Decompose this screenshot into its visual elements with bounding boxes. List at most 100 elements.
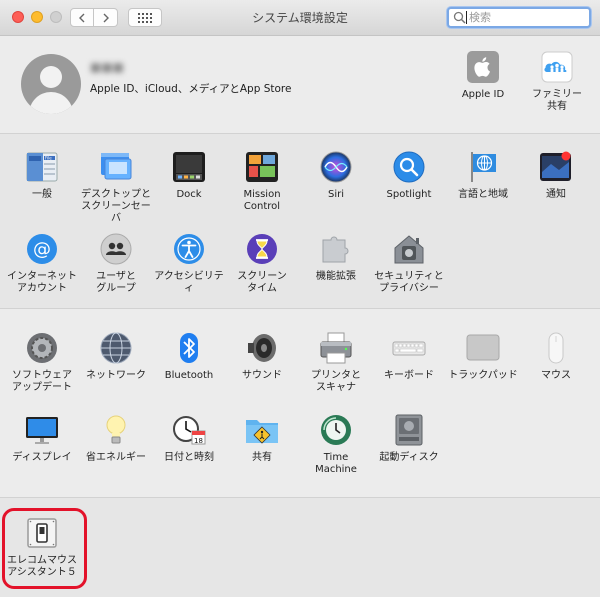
pane-displays[interactable]: ディスプレイ [5, 413, 79, 464]
pane-label: サウンド [242, 370, 282, 381]
gear-icon [25, 331, 59, 365]
pane-spotlight[interactable]: Spotlight [372, 150, 446, 201]
search-field[interactable]: 検索 [447, 7, 591, 28]
spotlight-icon [392, 150, 426, 184]
pane-language-region[interactable]: 言語と地域 [446, 150, 520, 201]
security-house-icon [392, 232, 426, 266]
pane-security-privacy[interactable]: セキュリティと プライバシー [372, 232, 446, 295]
avatar[interactable] [21, 54, 81, 114]
puzzle-icon [319, 232, 353, 266]
pane-label: Spotlight [386, 189, 432, 200]
trackpad-icon [466, 331, 500, 365]
pane-mission-control[interactable]: Mission Control [225, 150, 299, 213]
pane-sound[interactable]: サウンド [225, 331, 299, 382]
pane-family-sharing[interactable]: ファミリー 共有 [520, 50, 594, 113]
pane-label: ネットワーク [86, 370, 146, 381]
lightbulb-icon [99, 413, 133, 447]
pane-label: Bluetooth [164, 370, 214, 381]
disk-icon [392, 413, 426, 447]
minimize-button[interactable] [31, 11, 43, 23]
pane-label: Dock [176, 189, 202, 200]
pane-general[interactable]: File 一般 [5, 150, 79, 201]
pane-label: デスクトップと スクリーンセーバ [81, 189, 151, 224]
display-icon [25, 413, 59, 447]
show-all-button[interactable] [128, 8, 162, 27]
pane-label: 一般 [32, 189, 52, 200]
zoom-button[interactable] [50, 11, 62, 23]
printer-icon [319, 331, 353, 365]
notifications-icon [539, 150, 573, 184]
account-section: ■■■ Apple ID、iCloud、メディアとApp Store Apple… [0, 36, 600, 134]
pane-label: Time Machine [315, 452, 357, 475]
pane-label: Mission Control [243, 189, 281, 212]
pane-desktop-screensaver[interactable]: デスクトップと スクリーンセーバ [79, 150, 153, 225]
pane-sharing[interactable]: 共有 [225, 413, 299, 464]
pane-label: キーボード [384, 370, 434, 381]
at-sign-icon: @ [25, 232, 59, 266]
back-button[interactable] [70, 8, 94, 27]
pane-label: スクリーン タイム [237, 271, 287, 294]
pane-extensions[interactable]: 機能拡張 [299, 232, 373, 283]
pane-label: Apple ID [461, 89, 505, 100]
pane-users-groups[interactable]: ユーザと グループ [79, 232, 153, 295]
speaker-icon [245, 331, 279, 365]
pane-label: プリンタと スキャナ [311, 370, 361, 393]
pane-screen-time[interactable]: スクリーン タイム [225, 232, 299, 295]
search-icon [453, 11, 466, 24]
calendar-day: 18 [194, 437, 203, 445]
keyboard-icon [392, 331, 426, 365]
grid-icon [138, 12, 152, 23]
pane-label: ソフトウェア アップデート [12, 370, 72, 393]
pane-keyboard[interactable]: キーボード [372, 331, 446, 382]
pane-time-machine[interactable]: Time Machine [299, 413, 373, 476]
pane-software-update[interactable]: ソフトウェア アップデート [5, 331, 79, 394]
pane-label: インターネット アカウント [7, 271, 77, 294]
network-globe-icon [99, 331, 133, 365]
pane-apple-id[interactable]: Apple ID [446, 50, 520, 101]
pane-trackpad[interactable]: トラックパッド [446, 331, 520, 382]
user-name: ■■■ [90, 60, 125, 74]
pane-label: Siri [327, 189, 344, 200]
pane-date-time[interactable]: 18 日付と時刻 [152, 413, 226, 464]
pane-label: 機能拡張 [316, 271, 356, 282]
pane-network[interactable]: ネットワーク [79, 331, 153, 382]
pane-label: アクセシビリティ [154, 271, 224, 294]
pane-label: 日付と時刻 [164, 452, 214, 463]
apple-icon [466, 50, 500, 84]
chevron-right-icon [103, 13, 109, 22]
pane-siri[interactable]: Siri [299, 150, 373, 201]
accessibility-icon [172, 232, 206, 266]
account-subtitle[interactable]: Apple ID、iCloud、メディアとApp Store [90, 81, 291, 96]
other-section: エレコムマウス アシスタント５ [0, 498, 600, 597]
desktop-icon [99, 150, 133, 184]
svg-text:@: @ [33, 239, 51, 260]
mouse-icon [539, 331, 573, 365]
pane-bluetooth[interactable]: Bluetooth [152, 331, 226, 382]
pane-label: ファミリー 共有 [532, 89, 582, 112]
svg-text:File: File [45, 156, 52, 161]
pane-printers-scanners[interactable]: プリンタと スキャナ [299, 331, 373, 394]
family-sharing-icon [540, 50, 574, 84]
forward-button[interactable] [94, 8, 118, 27]
bluetooth-icon [172, 331, 206, 365]
pane-dock[interactable]: Dock [152, 150, 226, 201]
globe-flag-icon [466, 150, 500, 184]
text-caret [466, 11, 467, 24]
pane-mouse[interactable]: マウス [519, 331, 593, 382]
clock-calendar-icon: 18 [172, 413, 206, 447]
pane-internet-accounts[interactable]: @ インターネット アカウント [5, 232, 79, 295]
pane-label: 言語と地域 [458, 189, 508, 200]
personal-section: File 一般 デスクトップと スクリーンセーバ Dock Mission Co… [0, 134, 600, 309]
hourglass-icon [245, 232, 279, 266]
pane-notifications[interactable]: 通知 [519, 150, 593, 201]
dock-icon [172, 150, 206, 184]
pane-label: 共有 [252, 452, 272, 463]
pane-energy-saver[interactable]: 省エネルギー [79, 413, 153, 464]
time-machine-icon [319, 413, 353, 447]
pane-startup-disk[interactable]: 起動ディスク [372, 413, 446, 464]
close-button[interactable] [12, 11, 24, 23]
mission-control-icon [245, 150, 279, 184]
pane-accessibility[interactable]: アクセシビリティ [152, 232, 226, 295]
shared-folder-icon [245, 413, 279, 447]
pane-label: 起動ディスク [379, 452, 439, 463]
